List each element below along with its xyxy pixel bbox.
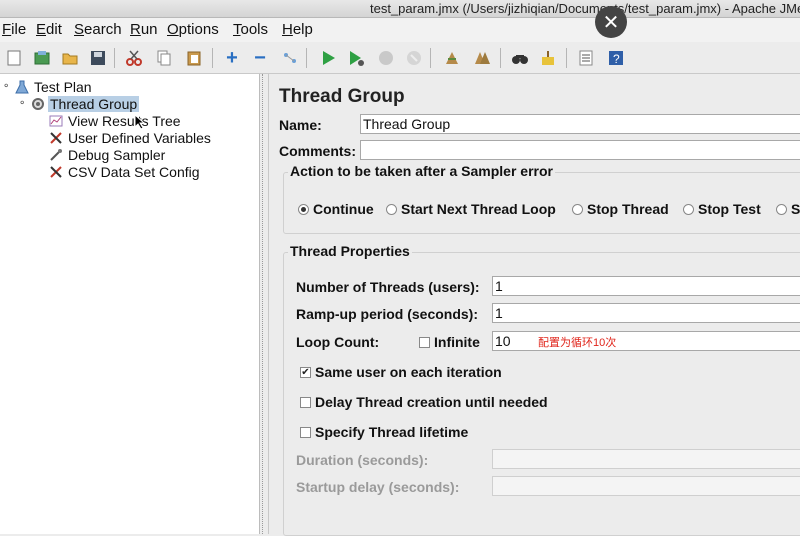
loop-annotation: 配置为循环10次: [538, 337, 617, 349]
pipette-icon: [48, 147, 64, 163]
test-plan-icon: [14, 79, 30, 95]
name-label: Name:: [279, 117, 322, 133]
radio-stop-test-now[interactable]: St: [776, 201, 800, 217]
help-icon[interactable]: ?: [604, 46, 628, 70]
menu-bar: File Edit Search Run Options Tools Help: [0, 18, 800, 42]
radio-continue[interactable]: Continue: [298, 201, 374, 217]
window-title: test_param.jmx (/Users/jizhiqian/Documen…: [370, 1, 800, 16]
same-user-checkbox[interactable]: ✔ Same user on each iteration: [300, 364, 502, 380]
window-titlebar: test_param.jmx (/Users/jizhiqian/Documen…: [0, 0, 800, 18]
wrench-icon: [48, 130, 64, 146]
chart-icon: [48, 113, 64, 129]
tree-node-label: Debug Sampler: [68, 146, 166, 163]
clear-icon[interactable]: [440, 46, 464, 70]
tree-node-view-results-tree[interactable]: View Results Tree: [48, 112, 183, 129]
radio-stop-thread[interactable]: Stop Thread: [572, 201, 669, 217]
menu-file[interactable]: File: [2, 21, 26, 38]
test-plan-tree: ⚬ Test Plan ⚬ Thread Group View Results …: [0, 74, 260, 534]
function-helper-icon[interactable]: [574, 46, 598, 70]
specify-lifetime-checkbox[interactable]: Specify Thread lifetime: [300, 424, 468, 440]
radio-start-next-thread-loop[interactable]: Start Next Thread Loop: [386, 201, 556, 217]
tree-node-debug-sampler[interactable]: Debug Sampler: [48, 146, 167, 163]
startup-delay-label: Startup delay (seconds):: [296, 479, 460, 495]
rampup-field[interactable]: 1: [492, 303, 800, 323]
toggle-icon[interactable]: [278, 46, 302, 70]
error-action-title: Action to be taken after a Sampler error: [288, 163, 555, 179]
name-field[interactable]: Thread Group: [360, 114, 800, 134]
comments-field[interactable]: [360, 140, 800, 160]
page-title: Thread Group: [279, 86, 405, 107]
tree-toggle-icon[interactable]: ⚬: [18, 98, 26, 109]
reset-search-icon[interactable]: [536, 46, 560, 70]
mouse-cursor-icon: [134, 114, 146, 130]
menu-search[interactable]: Search: [74, 21, 122, 38]
start-no-pauses-icon[interactable]: [344, 46, 368, 70]
thread-properties-group: Thread Properties Number of Threads (use…: [283, 243, 800, 536]
tree-node-label: Thread Group: [48, 95, 140, 112]
menu-options[interactable]: Options: [167, 21, 219, 38]
cut-icon[interactable]: [122, 46, 146, 70]
toolbar: + − ?: [0, 42, 800, 74]
rampup-label: Ramp-up period (seconds):: [296, 306, 479, 322]
delay-thread-checkbox[interactable]: Delay Thread creation until needed: [300, 394, 548, 410]
splitter[interactable]: [260, 74, 268, 534]
save-icon[interactable]: [86, 46, 110, 70]
thread-properties-title: Thread Properties: [288, 243, 412, 259]
shutdown-icon[interactable]: [402, 46, 426, 70]
stop-icon[interactable]: [374, 46, 398, 70]
startup-delay-field: [492, 476, 800, 496]
infinite-checkbox[interactable]: Infinite: [419, 334, 480, 350]
expand-icon[interactable]: +: [220, 46, 244, 70]
tree-node-label: CSV Data Set Config: [68, 163, 200, 180]
start-icon[interactable]: [316, 46, 340, 70]
threads-field[interactable]: 1: [492, 276, 800, 296]
loop-count-label: Loop Count:: [296, 334, 380, 350]
clear-all-icon[interactable]: [470, 46, 494, 70]
tree-node-thread-group[interactable]: Thread Group: [30, 95, 140, 112]
tree-node-label: View Results Tree: [68, 112, 181, 129]
gear-icon: [30, 96, 46, 112]
close-icon[interactable]: ✕: [595, 6, 627, 38]
threads-label: Number of Threads (users):: [296, 279, 480, 295]
tree-node-user-defined-variables[interactable]: User Defined Variables: [48, 129, 213, 146]
thread-group-panel: Thread Group Name: Thread Group Comments…: [268, 74, 800, 536]
paste-icon[interactable]: [182, 46, 206, 70]
tree-node-label: User Defined Variables: [68, 129, 211, 146]
comments-label: Comments:: [279, 143, 357, 159]
menu-tools[interactable]: Tools: [233, 21, 268, 38]
svg-text:?: ?: [613, 52, 620, 66]
tree-node-test-plan[interactable]: Test Plan: [14, 78, 94, 95]
collapse-icon[interactable]: −: [248, 46, 272, 70]
search-icon[interactable]: [508, 46, 532, 70]
tree-toggle-icon[interactable]: ⚬: [2, 81, 10, 92]
error-action-group: Action to be taken after a Sampler error…: [283, 163, 800, 234]
tree-node-csv-data-set-config[interactable]: CSV Data Set Config: [48, 163, 202, 180]
radio-stop-test[interactable]: Stop Test: [683, 201, 761, 217]
menu-help[interactable]: Help: [282, 21, 313, 38]
open-icon[interactable]: [58, 46, 82, 70]
menu-run[interactable]: Run: [130, 21, 158, 38]
duration-field: [492, 449, 800, 469]
duration-label: Duration (seconds):: [296, 452, 429, 468]
copy-icon[interactable]: [152, 46, 176, 70]
wrench-icon: [48, 164, 64, 180]
new-icon[interactable]: [2, 46, 26, 70]
menu-edit[interactable]: Edit: [36, 21, 62, 38]
templates-icon[interactable]: [30, 46, 54, 70]
tree-node-label: Test Plan: [34, 78, 92, 95]
